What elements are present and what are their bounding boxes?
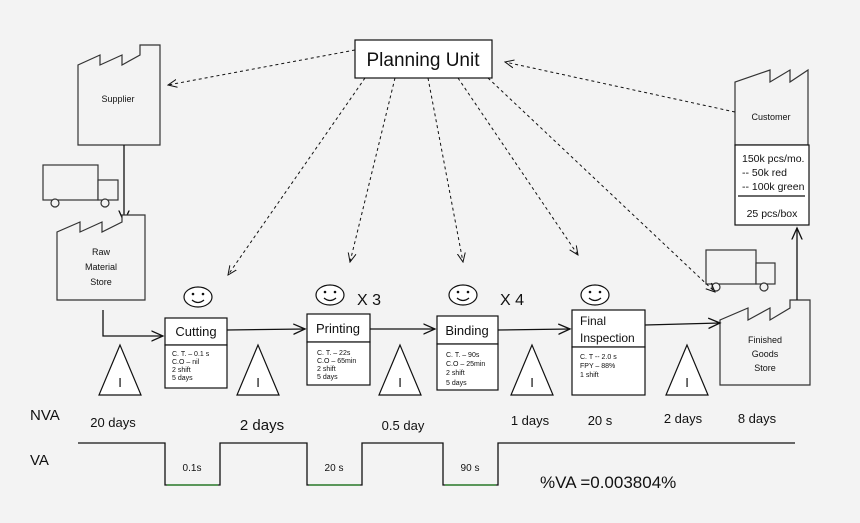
inventory-triangle-icon: I bbox=[378, 343, 422, 396]
customer-demand-box: 150k pcs/mo. -- 50k red -- 100k green 25… bbox=[734, 144, 810, 226]
process-data: 1 shift bbox=[580, 372, 599, 379]
va-label: VA bbox=[30, 452, 49, 469]
process-name: Inspection bbox=[580, 331, 635, 345]
process-data: C.O – 65min bbox=[317, 358, 356, 365]
operator-smiley-icon bbox=[580, 284, 610, 306]
nva-time: 2 days bbox=[664, 411, 703, 426]
process-data: C. T. – 90s bbox=[446, 352, 480, 359]
inventory-triangle-icon: I bbox=[510, 343, 554, 396]
customer-factory: Customer bbox=[734, 68, 809, 146]
process-data: 2 shift bbox=[317, 366, 336, 373]
inventory-triangle-icon: I bbox=[665, 343, 709, 396]
process-data: 5 days bbox=[317, 374, 338, 381]
process-data: C. T -- 2.0 s bbox=[580, 354, 617, 361]
raw-material-store: Raw Material Store bbox=[56, 214, 146, 301]
nva-time: 0.5 day bbox=[382, 418, 425, 433]
finished-store-label: Store bbox=[754, 363, 776, 373]
process-data: C. T. – 0.1 s bbox=[172, 351, 210, 358]
inventory-triangle-icon: I bbox=[236, 343, 280, 396]
process-cutting: Cutting C. T. – 0.1 s C.O – nil 2 shift … bbox=[164, 317, 228, 389]
planning-unit-label: Planning Unit bbox=[366, 50, 480, 71]
process-data: C.O – nil bbox=[172, 359, 200, 366]
operator-smiley-icon bbox=[183, 286, 213, 308]
process-data: C.O – 25min bbox=[446, 361, 485, 368]
truck-icon bbox=[705, 249, 776, 292]
raw-store-label: Store bbox=[90, 277, 112, 287]
operator-smiley-icon bbox=[315, 284, 345, 306]
finished-goods-store: Finished Goods Store bbox=[719, 299, 811, 386]
inventory-label: I bbox=[118, 375, 122, 390]
process-data: 5 days bbox=[172, 375, 193, 382]
process-data: 2 shift bbox=[446, 370, 465, 377]
supplier-factory: Supplier bbox=[77, 44, 161, 146]
truck-icon bbox=[42, 164, 119, 208]
process-name: Final bbox=[580, 314, 606, 328]
information-flow-arrows bbox=[168, 49, 736, 292]
finished-store-label: Finished bbox=[748, 335, 782, 345]
process-name: Printing bbox=[316, 321, 360, 336]
nva-time: 1 days bbox=[511, 413, 550, 428]
demand-text: 150k pcs/mo. bbox=[742, 153, 804, 165]
inventory-label: I bbox=[530, 375, 534, 390]
inventory-label: I bbox=[256, 375, 260, 390]
flow-arrow bbox=[226, 329, 305, 330]
nva-time: 20 s bbox=[588, 413, 613, 428]
operator-smiley-icon bbox=[448, 284, 478, 306]
supplier-label: Supplier bbox=[101, 94, 134, 104]
process-name: Binding bbox=[445, 323, 488, 338]
value-stream-map: Planning Unit Supplier Raw Material Stor… bbox=[30, 39, 811, 492]
planning-unit-box: Planning Unit bbox=[354, 39, 493, 79]
operator-multiplier: X 4 bbox=[500, 292, 524, 309]
flow-arrow bbox=[497, 329, 570, 330]
operator-multiplier: X 3 bbox=[357, 292, 381, 309]
process-name: Cutting bbox=[175, 324, 216, 339]
process-data: 5 days bbox=[446, 380, 467, 387]
customer-label: Customer bbox=[751, 112, 790, 122]
inventory-label: I bbox=[685, 375, 689, 390]
demand-text: -- 50k red bbox=[742, 167, 787, 179]
process-binding: Binding C. T. – 90s C.O – 25min 2 shift … bbox=[436, 315, 499, 391]
inventory-label: I bbox=[398, 375, 402, 390]
nva-time: 8 days bbox=[738, 411, 777, 426]
packaging-text: 25 pcs/box bbox=[747, 208, 799, 220]
process-data: FPY – 88% bbox=[580, 363, 615, 370]
nva-label: NVA bbox=[30, 407, 60, 424]
va-time: 0.1s bbox=[183, 463, 202, 474]
process-printing: Printing C. T. – 22s C.O – 65min 2 shift… bbox=[306, 313, 371, 386]
va-percentage: %VA =0.003804% bbox=[540, 473, 676, 492]
inventory-triangle-icon: I bbox=[98, 343, 142, 396]
demand-text: -- 100k green bbox=[742, 181, 805, 193]
finished-store-label: Goods bbox=[752, 349, 779, 359]
process-data: C. T. – 22s bbox=[317, 350, 351, 357]
nva-time: 2 days bbox=[240, 417, 284, 434]
process-data: 2 shift bbox=[172, 367, 191, 374]
flow-arrow bbox=[644, 323, 720, 325]
process-final-inspection: Final Inspection C. T -- 2.0 s FPY – 88%… bbox=[571, 309, 646, 396]
va-time: 20 s bbox=[325, 463, 344, 474]
raw-store-label: Material bbox=[85, 262, 117, 272]
nva-time: 20 days bbox=[90, 415, 136, 430]
store-to-cutting-arrow bbox=[102, 310, 163, 336]
raw-store-label: Raw bbox=[92, 247, 111, 257]
va-time: 90 s bbox=[461, 463, 480, 474]
